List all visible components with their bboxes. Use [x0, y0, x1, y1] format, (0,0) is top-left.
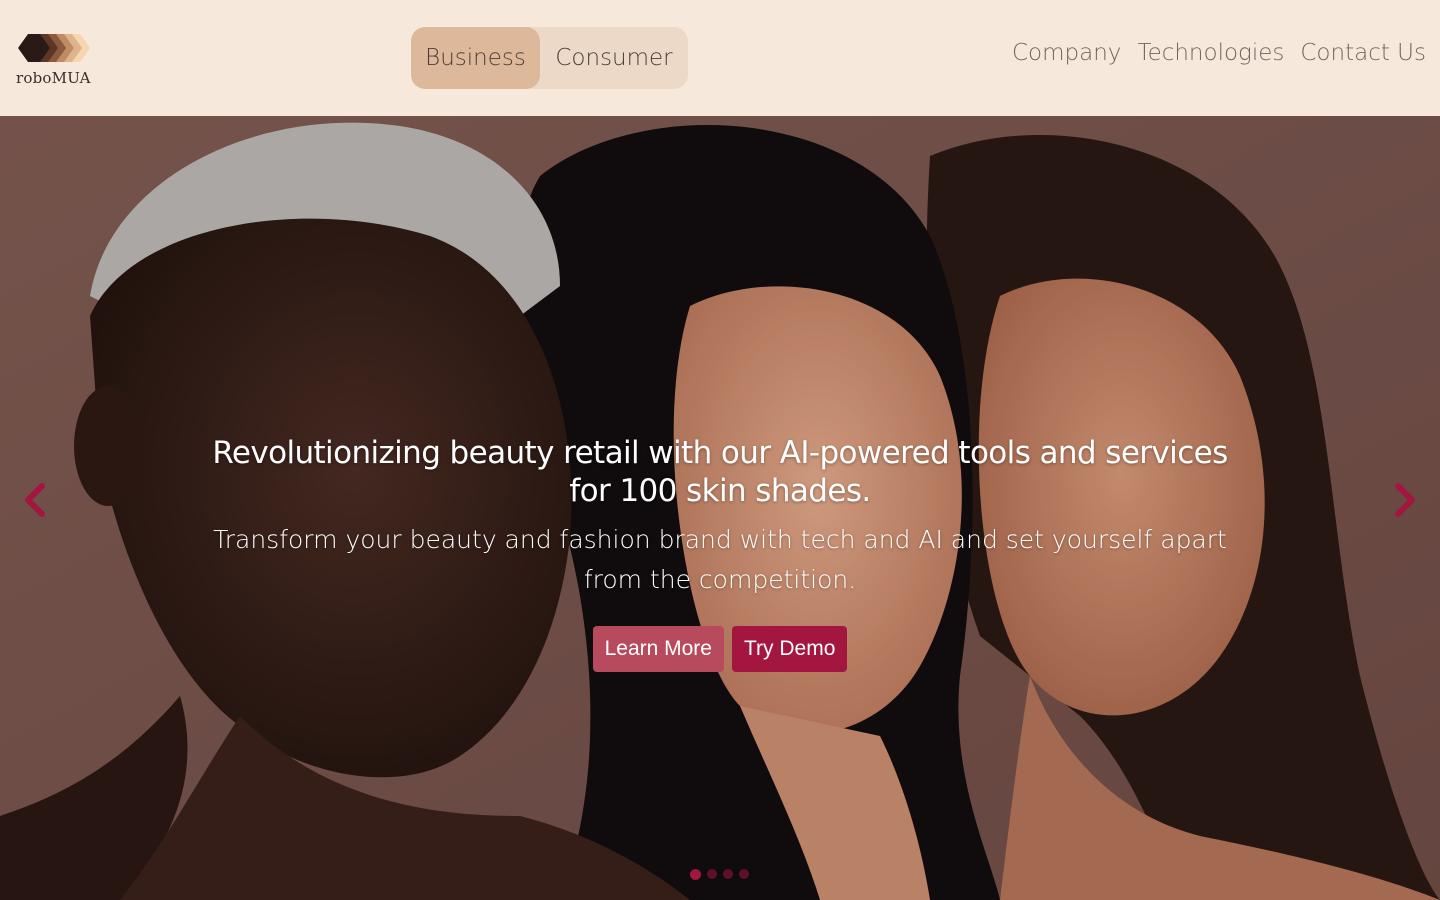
carousel-indicators: [690, 869, 749, 880]
try-demo-button[interactable]: Try Demo: [731, 626, 848, 672]
carousel-prev-button[interactable]: [14, 478, 54, 522]
main-nav: Company Technologies Contact Us: [1012, 40, 1426, 66]
carousel-dot-3[interactable]: [723, 869, 733, 879]
top-header: roboMUA Business Consumer Company Techno…: [0, 0, 1440, 116]
hero-carousel: Revolutionizing beauty retail with our A…: [0, 116, 1440, 900]
toggle-consumer[interactable]: Consumer: [540, 27, 688, 89]
robomua-logo[interactable]: roboMUA: [14, 30, 96, 90]
nav-company[interactable]: Company: [1012, 40, 1121, 66]
toggle-business[interactable]: Business: [411, 27, 540, 89]
learn-more-button[interactable]: Learn More: [592, 626, 724, 672]
carousel-dot-1[interactable]: [690, 869, 701, 880]
chevron-left-icon: [25, 483, 45, 517]
carousel-next-button[interactable]: [1386, 478, 1426, 522]
chevron-right-icon: [1395, 483, 1415, 517]
carousel-dot-2[interactable]: [707, 869, 717, 879]
hero-caption: Revolutionizing beauty retail with our A…: [200, 434, 1240, 672]
logo-text: roboMUA: [16, 69, 91, 87]
hero-subheadline: Transform your beauty and fashion brand …: [213, 525, 1227, 594]
audience-toggle: Business Consumer: [411, 27, 688, 89]
nav-contact-us[interactable]: Contact Us: [1300, 40, 1426, 66]
nav-technologies[interactable]: Technologies: [1137, 40, 1284, 66]
hero-headline: Revolutionizing beauty retail with our A…: [212, 435, 1228, 509]
skin-tone-swatches-icon: [18, 34, 90, 62]
carousel-dot-4[interactable]: [739, 869, 749, 879]
hero-buttons: Learn More Try Demo: [200, 626, 1240, 672]
